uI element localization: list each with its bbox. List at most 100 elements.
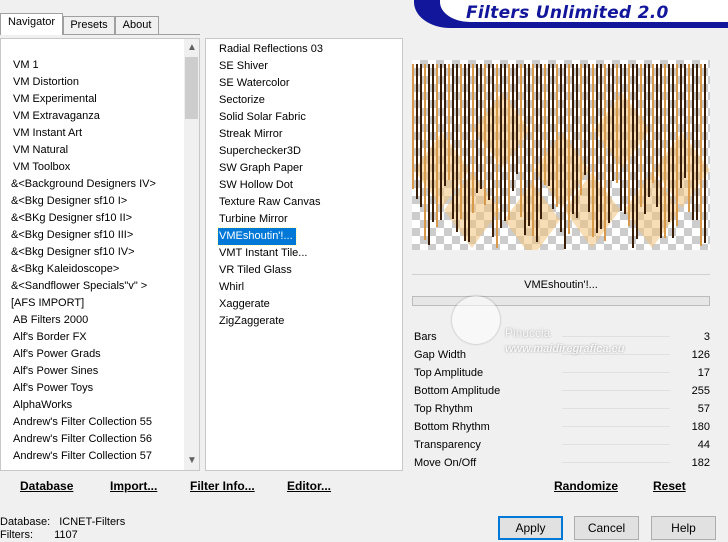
category-item[interactable]: VM Distortion	[1, 74, 79, 91]
param-value: 44	[697, 439, 710, 451]
param-slider[interactable]	[562, 462, 670, 463]
preview-bar	[556, 64, 558, 207]
preview-bar	[416, 64, 418, 199]
preview-bar	[540, 64, 542, 219]
tab-about[interactable]: About	[115, 16, 159, 34]
filter-item[interactable]: SW Hollow Dot	[218, 177, 296, 194]
filter-items: Radial Reflections 03 SE Shiver SE Waterco…	[206, 41, 402, 469]
status-database-value: ICNET-Filters	[59, 516, 126, 528]
filter-item[interactable]: Xaggerate	[218, 296, 273, 313]
param-slider[interactable]	[562, 444, 670, 445]
filter-item[interactable]: SW Graph Paper	[218, 160, 306, 177]
param-label: Transparency	[414, 439, 481, 451]
preview-bar	[532, 64, 534, 236]
category-item[interactable]: &<Bkg Designer sf10 I>	[1, 193, 127, 210]
category-item[interactable]: VM Natural	[1, 142, 68, 159]
filter-item[interactable]: Radial Reflections 03	[218, 41, 326, 58]
preview-bar	[524, 64, 526, 235]
category-item[interactable]: AlphaWorks	[1, 397, 72, 414]
preview-bar	[680, 64, 682, 188]
filter-item[interactable]: Whirl	[218, 279, 247, 296]
filter-item[interactable]: VMT Instant Tile...	[218, 245, 310, 262]
param-row[interactable]: Move On/Off 182	[412, 454, 710, 472]
filter-info-button[interactable]: Filter Info...	[190, 479, 255, 493]
param-slider[interactable]	[562, 336, 670, 337]
category-item[interactable]: VM Instant Art	[1, 125, 82, 142]
category-item[interactable]: Andrew's Filter Collection 55	[1, 414, 152, 431]
preview-bar	[596, 64, 598, 233]
app-title: Filters Unlimited 2.0	[466, 3, 669, 23]
filter-item[interactable]: SE Watercolor	[218, 75, 293, 92]
param-slider[interactable]	[562, 390, 670, 391]
import-button[interactable]: Import...	[110, 479, 157, 493]
preview-bar	[548, 64, 550, 186]
filter-item[interactable]: Superchecker3D	[218, 143, 304, 160]
preview-bar	[488, 64, 490, 200]
preview-bar	[692, 64, 694, 220]
category-item[interactable]: VM Extravaganza	[1, 108, 100, 125]
filter-item[interactable]: Streak Mirror	[218, 126, 286, 143]
param-slider[interactable]	[562, 408, 670, 409]
category-item[interactable]: Alf's Power Toys	[1, 380, 93, 397]
randomize-button[interactable]: Randomize	[554, 479, 618, 493]
category-list[interactable]: VM 1 VM Distortion VM Experimental VM Extra…	[0, 38, 200, 471]
param-row[interactable]: Transparency 44	[412, 436, 710, 454]
category-item[interactable]: Andrew's Filter Collection 57	[1, 448, 152, 465]
preview-bar	[440, 64, 442, 220]
category-item[interactable]: VM 1	[1, 57, 39, 74]
category-item[interactable]: [AFS IMPORT]	[1, 295, 84, 312]
filter-item[interactable]: VR Tiled Glass	[218, 262, 295, 279]
scroll-up-icon[interactable]: ▲	[185, 41, 199, 55]
filter-item[interactable]: Turbine Mirror	[218, 211, 291, 228]
preview-bar	[480, 64, 482, 189]
preview-bar	[452, 64, 454, 219]
param-row[interactable]: Top Rhythm 57	[412, 400, 710, 418]
param-slider[interactable]	[562, 426, 670, 427]
filter-item[interactable]: SE Shiver	[218, 58, 271, 75]
database-button[interactable]: Database	[20, 479, 73, 493]
preview-bar	[668, 64, 670, 222]
preview-bar	[624, 64, 626, 214]
category-item[interactable]: &<Background Designers IV>	[1, 176, 156, 193]
param-row[interactable]: Bottom Rhythm 180	[412, 418, 710, 436]
help-button[interactable]: Help	[651, 516, 716, 540]
category-item[interactable]: Alf's Power Grads	[1, 346, 101, 363]
scroll-down-icon[interactable]: ▼	[185, 454, 199, 468]
category-item[interactable]: Alf's Border FX	[1, 329, 87, 346]
category-scroll-thumb[interactable]	[185, 57, 198, 119]
filter-item[interactable]: Texture Raw Canvas	[218, 194, 324, 211]
category-item[interactable]: AB Filters 2000	[1, 312, 88, 329]
filter-item[interactable]: ZigZaggerate	[218, 313, 287, 330]
reset-button[interactable]: Reset	[653, 479, 686, 493]
cancel-button[interactable]: Cancel	[574, 516, 639, 540]
preview-bar	[696, 64, 698, 220]
param-row[interactable]: Bottom Amplitude 255	[412, 382, 710, 400]
apply-button[interactable]: Apply	[498, 516, 563, 540]
watermark-name: Pinuccia	[505, 326, 551, 340]
preview-bar	[456, 64, 458, 232]
category-item[interactable]: &<Sandflower Specials"v" >	[1, 278, 147, 295]
category-item[interactable]: &<Bkg Kaleidoscope>	[1, 261, 119, 278]
tab-presets[interactable]: Presets	[63, 16, 115, 34]
category-item[interactable]: &<Bkg Designer sf10 IV>	[1, 244, 135, 261]
editor-button[interactable]: Editor...	[287, 479, 331, 493]
preview-bar	[496, 64, 498, 248]
category-item[interactable]: VM Toolbox	[1, 159, 70, 176]
filter-item[interactable]: Solid Solar Fabric	[218, 109, 309, 126]
category-item[interactable]: Alf's Power Sines	[1, 363, 98, 380]
preview-bar	[584, 64, 586, 175]
filter-list[interactable]: Radial Reflections 03 SE Shiver SE Waterco…	[205, 38, 403, 471]
category-item[interactable]: Andrew's Filter Collection 56	[1, 431, 152, 448]
category-item[interactable]: &<BKg Designer sf10 II>	[1, 210, 132, 227]
param-slider[interactable]	[562, 372, 670, 373]
category-item[interactable]: VM Experimental	[1, 91, 97, 108]
status-filters-label: Filters:	[0, 529, 33, 541]
preview-bar	[588, 64, 590, 212]
filter-item[interactable]: Sectorize	[218, 92, 268, 109]
category-item[interactable]: &<Bkg Designer sf10 III>	[1, 227, 133, 244]
preview-bar	[472, 64, 474, 213]
param-row[interactable]: Top Amplitude 17	[412, 364, 710, 382]
category-scrollbar[interactable]: ▲ ▼	[184, 39, 199, 470]
filter-item-selected[interactable]: VMEshoutin'!...	[217, 227, 297, 246]
tab-navigator[interactable]: Navigator	[0, 13, 63, 35]
